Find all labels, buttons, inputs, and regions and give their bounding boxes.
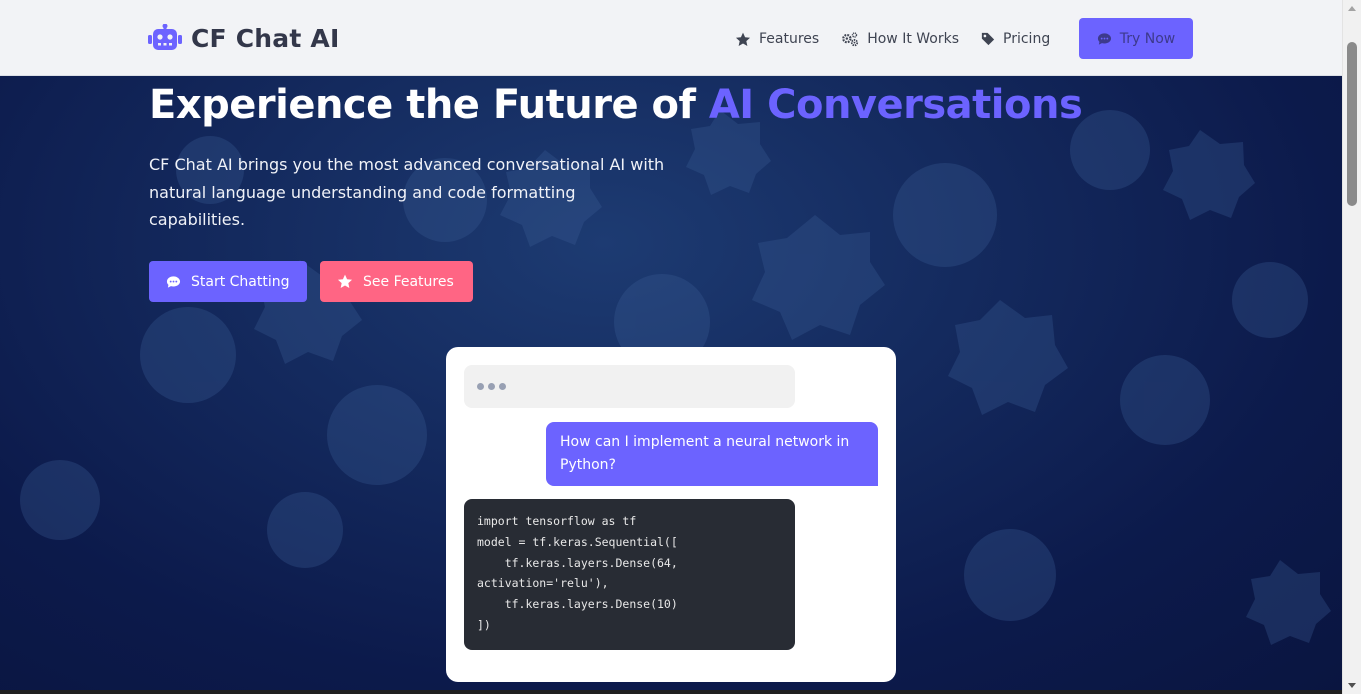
nav-link-label: How It Works — [867, 31, 960, 47]
typing-dot — [477, 383, 484, 390]
typing-indicator — [464, 365, 795, 408]
nav-link-features[interactable]: Features — [735, 31, 819, 47]
brand-name: CF Chat AI — [191, 23, 340, 53]
nav-link-how-it-works[interactable]: How It Works — [841, 31, 959, 47]
nav-link-label: Pricing — [1003, 31, 1051, 47]
chat-bubble-icon — [166, 275, 181, 288]
nav-links: Features How It Works Pricing — [735, 28, 1072, 50]
robot-icon — [148, 24, 182, 50]
star-icon — [735, 32, 751, 46]
typing-dot — [488, 383, 495, 390]
chat-bubble-icon — [1097, 32, 1111, 45]
scroll-up-arrow-icon[interactable] — [1348, 6, 1356, 11]
try-now-button[interactable]: Try Now — [1079, 18, 1193, 59]
see-features-label: See Features — [363, 273, 454, 290]
nav-link-pricing[interactable]: Pricing — [981, 31, 1050, 47]
scroll-down-arrow-icon[interactable] — [1348, 683, 1356, 688]
code-response: import tensorflow as tf model = tf.keras… — [464, 499, 795, 650]
vertical-scrollbar[interactable] — [1342, 0, 1361, 694]
tag-icon — [981, 32, 995, 46]
user-message: How can I implement a neural network in … — [546, 422, 878, 486]
window-bottom-edge — [0, 690, 1342, 694]
gears-icon — [842, 31, 859, 46]
nav-link-label: Features — [759, 31, 820, 47]
hero-title: Experience the Future of AI Conversation… — [149, 82, 1083, 128]
hero-subtitle: CF Chat AI brings you the most advanced … — [149, 155, 665, 229]
chat-demo-card: How can I implement a neural network in … — [446, 347, 896, 682]
scrollbar-thumb[interactable] — [1347, 42, 1357, 206]
star-icon — [337, 274, 353, 288]
brand[interactable]: CF Chat AI — [148, 20, 339, 56]
try-now-label: Try Now — [1119, 30, 1176, 47]
hero-section: Experience the Future of AI Conversation… — [0, 0, 1342, 694]
navbar: CF Chat AI Features How It Works Pricing… — [0, 0, 1342, 76]
see-features-button[interactable]: See Features — [320, 261, 473, 302]
hero-title-accent: AI Conversations — [708, 82, 1083, 128]
hero-title-main: Experience the Future of — [149, 82, 709, 128]
typing-dot — [499, 383, 506, 390]
hero-cta-row: Start Chatting See Features — [149, 261, 473, 302]
start-chatting-button[interactable]: Start Chatting — [149, 261, 307, 302]
start-chatting-label: Start Chatting — [191, 273, 290, 290]
